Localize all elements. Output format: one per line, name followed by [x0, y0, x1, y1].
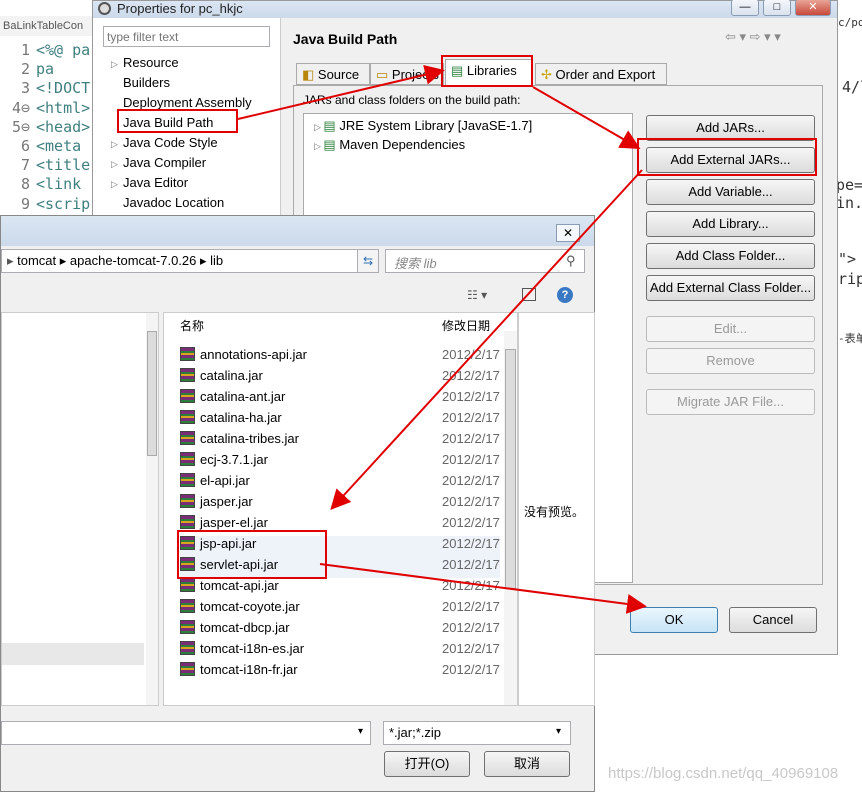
annotation-arrows: [237, 64, 647, 614]
watermark: https://blog.csdn.net/qq_40969108: [608, 765, 839, 782]
